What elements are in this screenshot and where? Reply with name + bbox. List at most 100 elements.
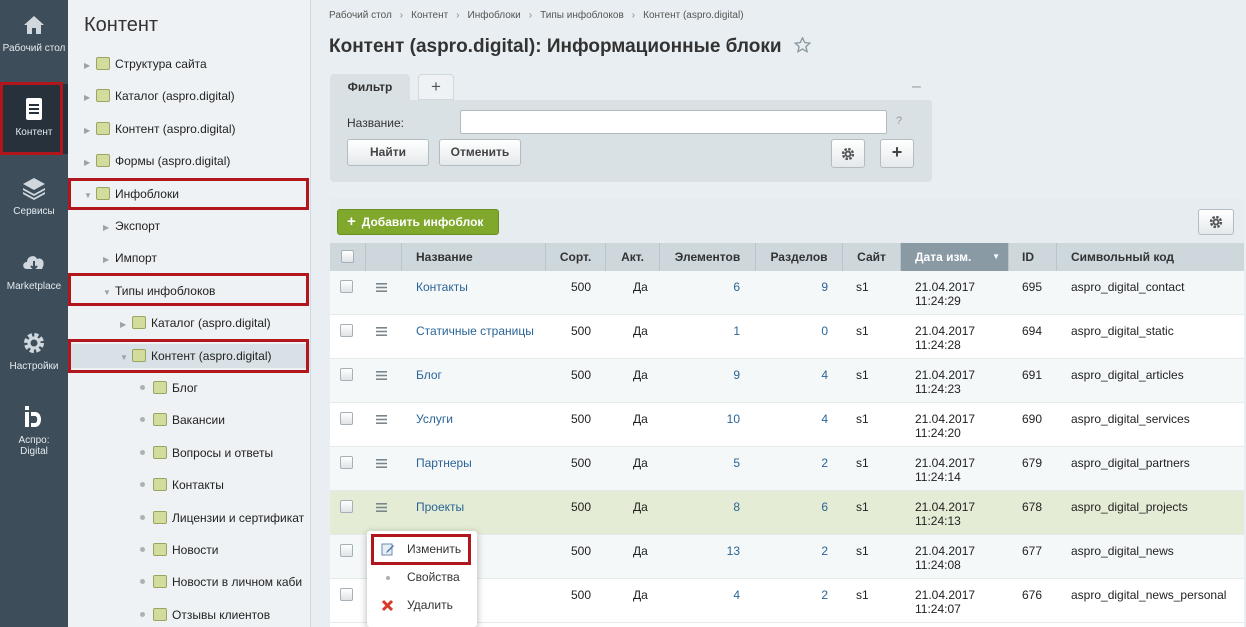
expand-arrow-icon[interactable]: ▶ bbox=[84, 86, 96, 110]
breadcrumb-item[interactable]: Контент bbox=[411, 10, 448, 21]
tree-item[interactable]: Вопросы и ответы bbox=[68, 441, 310, 465]
table-row[interactable]: Услуги 500 Да 10 4 s1 21.04.2017 11:24:20 690 asp… bbox=[330, 403, 1244, 447]
cell-elements-link[interactable]: 13 bbox=[727, 544, 740, 558]
breadcrumb-item[interactable]: Контент (aspro.digital) bbox=[643, 10, 743, 21]
expand-arrow-icon[interactable]: ▶ bbox=[84, 119, 96, 143]
infoblock-name-link[interactable]: Блог bbox=[416, 368, 442, 382]
column-name[interactable]: Название bbox=[402, 243, 546, 271]
column-sections[interactable]: Разделов bbox=[756, 243, 843, 271]
column-date[interactable]: Дата изм. ▼ bbox=[901, 243, 1009, 271]
row-checkbox[interactable] bbox=[340, 500, 353, 513]
infoblock-name-link[interactable]: Проекты bbox=[416, 500, 464, 514]
tree-item[interactable]: Вакансии bbox=[68, 408, 310, 432]
menu-item-edit[interactable]: Изменить bbox=[367, 536, 477, 562]
row-menu-icon[interactable] bbox=[376, 415, 387, 424]
row-checkbox[interactable] bbox=[340, 456, 353, 469]
list-settings-button[interactable] bbox=[1198, 209, 1234, 235]
collapse-arrow-icon[interactable]: ▼ bbox=[120, 346, 132, 370]
cell-sections-link[interactable]: 2 bbox=[821, 544, 828, 558]
breadcrumb-item[interactable]: Инфоблоки bbox=[468, 10, 521, 21]
column-id[interactable]: ID bbox=[1009, 243, 1057, 271]
cell-elements-link[interactable]: 8 bbox=[733, 500, 740, 514]
row-menu-icon[interactable] bbox=[376, 283, 387, 292]
menu-item-properties[interactable]: Свойства bbox=[367, 564, 477, 590]
expand-arrow-icon[interactable]: ▶ bbox=[84, 151, 96, 175]
cell-sections-link[interactable]: 0 bbox=[821, 324, 828, 338]
collapse-arrow-icon[interactable]: ▼ bbox=[84, 184, 96, 208]
tree-item[interactable]: ▶ Контент (aspro.digital) bbox=[68, 117, 310, 143]
select-all-checkbox[interactable] bbox=[341, 250, 354, 263]
cell-elements-link[interactable]: 1 bbox=[733, 324, 740, 338]
menu-desktop[interactable]: Рабочий стол bbox=[0, 12, 68, 54]
menu-settings[interactable]: Настройки bbox=[0, 330, 68, 372]
row-menu-icon[interactable] bbox=[376, 503, 387, 512]
cell-elements-link[interactable]: 6 bbox=[733, 280, 740, 294]
cell-sections-link[interactable]: 4 bbox=[821, 412, 828, 426]
cancel-button[interactable]: Отменить bbox=[439, 139, 521, 166]
help-icon[interactable]: ? bbox=[896, 115, 902, 127]
column-site[interactable]: Сайт bbox=[843, 243, 901, 271]
expand-arrow-icon[interactable]: ▶ bbox=[120, 313, 132, 337]
row-menu-icon[interactable] bbox=[376, 327, 387, 336]
find-button[interactable]: Найти bbox=[347, 139, 429, 166]
tree-item[interactable]: Лицензии и сертификат bbox=[68, 506, 310, 530]
infoblock-name-link[interactable]: Партнеры bbox=[416, 456, 472, 470]
cell-sections-link[interactable]: 2 bbox=[821, 588, 828, 602]
table-row[interactable]: Проекты 500 Да 8 6 s1 21.04.2017 11:24:13 678 asp… bbox=[330, 491, 1244, 535]
cell-elements-link[interactable]: 9 bbox=[733, 368, 740, 382]
menu-item-delete[interactable]: Удалить bbox=[367, 592, 477, 618]
expand-arrow-icon[interactable]: ▶ bbox=[103, 216, 115, 240]
expand-arrow-icon[interactable]: ▶ bbox=[84, 54, 96, 78]
row-checkbox[interactable] bbox=[340, 588, 353, 601]
row-checkbox[interactable] bbox=[340, 544, 353, 557]
tree-item[interactable]: ▶ Формы (aspro.digital) bbox=[68, 149, 310, 175]
minimize-filter-button[interactable]: – bbox=[912, 78, 921, 96]
infoblock-name-link[interactable]: Контакты bbox=[416, 280, 468, 294]
column-code[interactable]: Символьный код bbox=[1057, 243, 1244, 271]
cell-sections-link[interactable]: 4 bbox=[821, 368, 828, 382]
tree-item[interactable]: Новости в личном каби bbox=[68, 570, 310, 594]
infoblock-name-link[interactable]: Услуги bbox=[416, 412, 453, 426]
table-row[interactable]: Партнеры 500 Да 5 2 s1 21.04.2017 11:24:14 679 as… bbox=[330, 447, 1244, 491]
name-field[interactable] bbox=[460, 110, 887, 134]
menu-marketplace[interactable]: Marketplace bbox=[0, 250, 68, 292]
table-row[interactable]: Статичные страницы 500 Да 1 0 s1 21.04.2017 11:… bbox=[330, 315, 1244, 359]
row-checkbox[interactable] bbox=[340, 368, 353, 381]
cell-sections-link[interactable]: 2 bbox=[821, 456, 828, 470]
breadcrumb-item[interactable]: Типы инфоблоков bbox=[540, 10, 624, 21]
tree-item[interactable]: ▶ Экспорт bbox=[68, 214, 310, 240]
infoblock-name-link[interactable]: Статичные страницы bbox=[416, 324, 534, 338]
tree-item[interactable]: ▶ Каталог (aspro.digital) bbox=[68, 311, 310, 337]
cell-elements-link[interactable]: 4 bbox=[733, 588, 740, 602]
tree-item[interactable]: ▶ Импорт bbox=[68, 246, 310, 272]
column-active[interactable]: Акт. bbox=[606, 243, 660, 271]
filter-add-button[interactable]: + bbox=[880, 139, 914, 168]
row-checkbox[interactable] bbox=[340, 324, 353, 337]
row-checkbox[interactable] bbox=[340, 412, 353, 425]
tree-item[interactable]: Отзывы клиентов bbox=[68, 603, 310, 627]
expand-arrow-icon[interactable]: ▶ bbox=[103, 248, 115, 272]
row-menu-icon[interactable] bbox=[376, 459, 387, 468]
menu-content[interactable]: Контент bbox=[0, 84, 68, 154]
add-infoblock-button[interactable]: + Добавить инфоблок bbox=[337, 209, 499, 235]
menu-services[interactable]: Сервисы bbox=[0, 175, 68, 217]
tree-item[interactable]: ▶ Каталог (aspro.digital) bbox=[68, 84, 310, 110]
collapse-arrow-icon[interactable]: ▼ bbox=[103, 281, 115, 305]
tree-item[interactable]: ▼ Инфоблоки bbox=[68, 182, 310, 208]
cell-elements-link[interactable]: 10 bbox=[727, 412, 740, 426]
add-filter-tab-button[interactable]: + bbox=[418, 74, 454, 100]
column-sort[interactable]: Сорт. bbox=[546, 243, 606, 271]
tree-item[interactable]: ▶ Структура сайта bbox=[68, 52, 310, 78]
menu-aspro[interactable]: Аспро: Digital bbox=[0, 404, 68, 457]
table-row[interactable]: Контакты 500 Да 6 9 s1 21.04.2017 11:24:29 695 as… bbox=[330, 271, 1244, 315]
column-elements[interactable]: Элементов bbox=[660, 243, 756, 271]
tree-item[interactable]: Контакты bbox=[68, 473, 310, 497]
cell-sections-link[interactable]: 9 bbox=[821, 280, 828, 294]
tree-item[interactable]: ▼ Контент (aspro.digital) bbox=[68, 343, 310, 370]
filter-settings-button[interactable] bbox=[831, 139, 865, 168]
star-icon[interactable] bbox=[793, 36, 812, 53]
breadcrumb-item[interactable]: Рабочий стол bbox=[329, 10, 392, 21]
row-menu-icon[interactable] bbox=[376, 371, 387, 380]
table-row[interactable]: Блог 500 Да 9 4 s1 21.04.2017 11:24:23 691 aspro_… bbox=[330, 359, 1244, 403]
tab-filter[interactable]: Фильтр bbox=[330, 74, 410, 100]
